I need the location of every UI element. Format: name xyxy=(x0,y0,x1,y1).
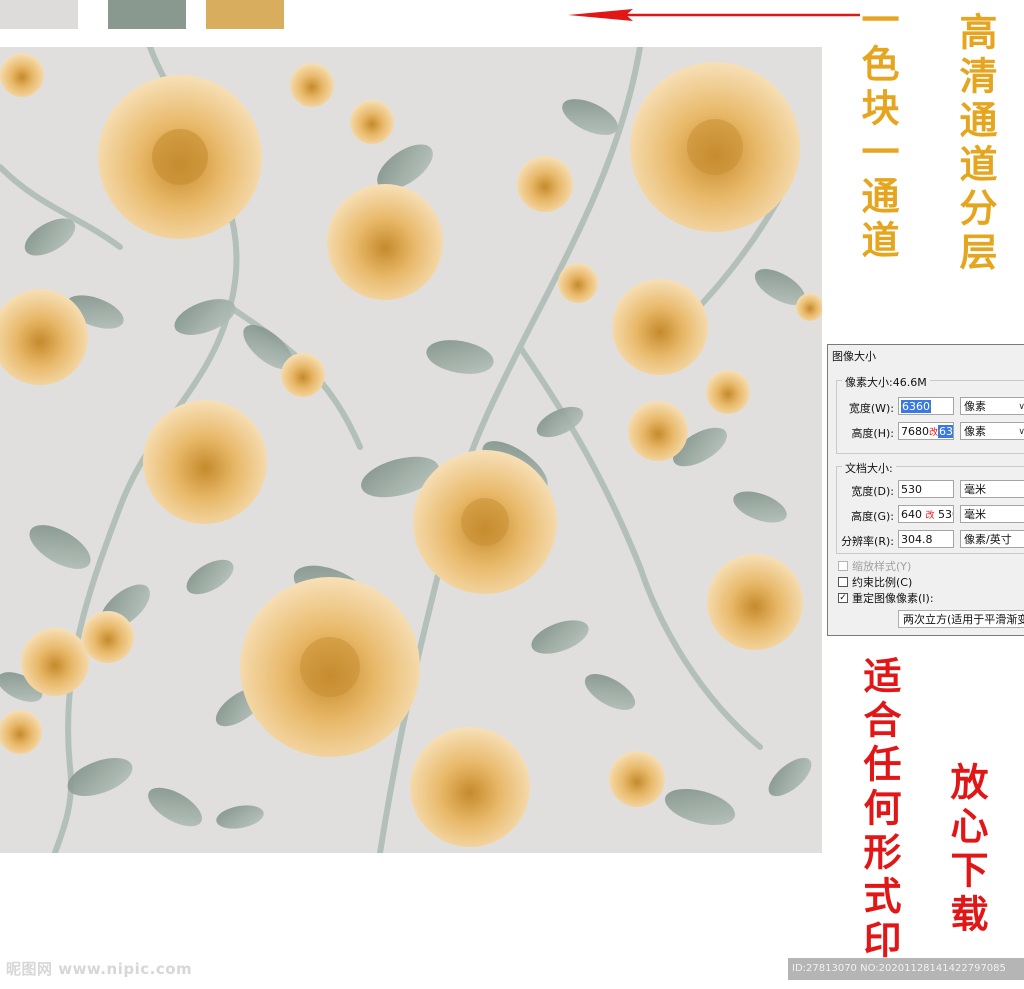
image-size-dialog: 图像大小 像素大小:46.6M 宽度(W): 6360 像素 ∨ 高度(H): 7… xyxy=(827,344,1024,636)
resolution-value: 304.8 xyxy=(901,533,933,546)
height-value-new: 6360 xyxy=(938,425,953,438)
resample-checkbox[interactable]: ✓ xyxy=(838,593,848,603)
constrain-proportions-label: 约束比例(C) xyxy=(852,576,913,589)
doc-width-label: 宽度(D): xyxy=(851,485,894,498)
pixel-dimensions-group xyxy=(836,380,1024,454)
document-size-label: 文档大小: xyxy=(842,460,896,476)
height-unit: 像素 xyxy=(964,425,986,438)
constrain-proportions-checkbox[interactable] xyxy=(838,577,848,587)
doc-height-change-mark: 改 xyxy=(925,511,935,521)
doc-height-label: 高度(G): xyxy=(851,510,894,523)
doc-width-input[interactable]: 530 xyxy=(898,480,954,498)
pixel-dimensions-label: 像素大小:46.6M xyxy=(842,374,930,390)
hd-channel-layers-text: 高清通道分层 xyxy=(953,12,998,276)
width-input[interactable]: 6360 xyxy=(898,397,954,415)
resample-method: 两次立方(适用于平滑渐变 xyxy=(903,613,1024,626)
doc-height-unit-select[interactable]: 毫米 xyxy=(960,505,1024,523)
height-change-mark: 改 xyxy=(929,428,939,438)
height-unit-select[interactable]: 像素 ∨ xyxy=(960,422,1024,440)
suitable-any-print-text: 适合任何形式印 xyxy=(857,656,902,964)
resolution-input[interactable]: 304.8 xyxy=(898,530,954,548)
id-watermark: ID:27813070 NO:20201128141422797085 xyxy=(788,958,1024,980)
resample-method-select[interactable]: 两次立方(适用于平滑渐变 xyxy=(898,610,1024,628)
doc-height-input[interactable]: 640 改 530 xyxy=(898,505,954,523)
swatch-sage-green xyxy=(108,0,186,29)
scale-styles-label: 缩放样式(Y) xyxy=(852,560,912,573)
resample-label: 重定图像像素(I): xyxy=(852,592,934,605)
left-arrow-icon xyxy=(568,9,860,21)
width-unit-select[interactable]: 像素 ∨ xyxy=(960,397,1024,415)
swatch-light-gray xyxy=(0,0,78,29)
doc-height-unit: 毫米 xyxy=(964,508,986,521)
resolution-unit-select[interactable]: 像素/英寸 xyxy=(960,530,1024,548)
scale-styles-checkbox[interactable] xyxy=(838,561,848,571)
one-color-one-channel-text: 一色块一通道 xyxy=(855,0,900,264)
width-value: 6360 xyxy=(901,400,931,413)
site-watermark: 昵图网 www.nipic.com xyxy=(6,960,193,978)
swatch-golden-yellow xyxy=(206,0,284,29)
resolution-label: 分辨率(R): xyxy=(841,535,894,548)
chevron-down-icon: ∨ xyxy=(1018,423,1024,441)
doc-height-value-new: 530 xyxy=(938,508,953,521)
width-unit: 像素 xyxy=(964,400,986,413)
height-input[interactable]: 7680改6360 xyxy=(898,422,954,440)
chevron-down-icon: ∨ xyxy=(1018,398,1024,416)
resolution-unit: 像素/英寸 xyxy=(964,533,1012,546)
download-safely-text: 放心下载 xyxy=(944,762,989,938)
height-label: 高度(H): xyxy=(851,427,894,440)
floral-pattern-preview xyxy=(0,47,822,853)
doc-width-value: 530 xyxy=(901,483,922,496)
doc-width-unit-select[interactable]: 毫米 xyxy=(960,480,1024,498)
doc-width-unit: 毫米 xyxy=(964,483,986,496)
dialog-title: 图像大小 xyxy=(832,350,876,363)
doc-height-value-old: 640 xyxy=(901,508,922,521)
width-label: 宽度(W): xyxy=(848,402,894,415)
height-value-old: 7680 xyxy=(901,425,929,438)
